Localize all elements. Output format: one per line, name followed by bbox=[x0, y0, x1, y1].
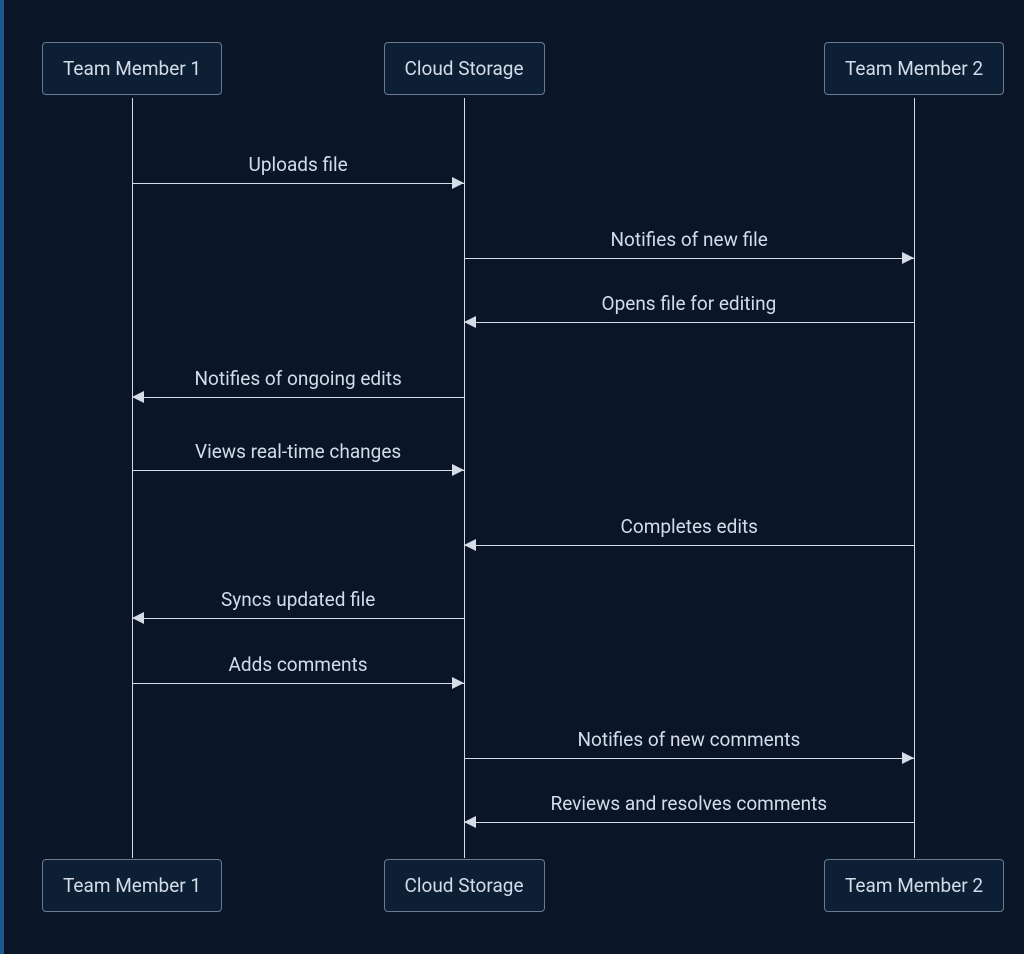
message-line-8 bbox=[464, 758, 914, 759]
actor-box-team2-bottom: Team Member 2 bbox=[824, 859, 1004, 912]
arrow-right-icon bbox=[902, 752, 914, 764]
message-line-6 bbox=[132, 618, 464, 619]
message-label-7: Adds comments bbox=[229, 653, 368, 676]
lifeline-team2 bbox=[914, 98, 915, 858]
message-label-9: Reviews and resolves comments bbox=[551, 792, 828, 815]
message-label-3: Notifies of ongoing edits bbox=[195, 367, 402, 390]
message-label-2: Opens file for editing bbox=[602, 292, 777, 315]
actor-box-team1-top: Team Member 1 bbox=[42, 42, 222, 95]
arrow-left-icon bbox=[464, 316, 476, 328]
lifeline-team1 bbox=[132, 98, 133, 858]
arrow-left-icon bbox=[132, 612, 144, 624]
message-label-8: Notifies of new comments bbox=[578, 728, 801, 751]
actor-box-cloud-top: Cloud Storage bbox=[384, 42, 545, 95]
actor-box-cloud-bottom: Cloud Storage bbox=[384, 859, 545, 912]
arrow-left-icon bbox=[132, 391, 144, 403]
message-line-5 bbox=[464, 545, 914, 546]
arrow-right-icon bbox=[452, 677, 464, 689]
arrow-left-icon bbox=[464, 539, 476, 551]
message-line-7 bbox=[132, 683, 464, 684]
arrow-left-icon bbox=[464, 816, 476, 828]
sequence-diagram: Team Member 1 Team Member 1 Cloud Storage C… bbox=[4, 0, 1024, 954]
arrow-right-icon bbox=[452, 177, 464, 189]
actor-box-team2-top: Team Member 2 bbox=[824, 42, 1004, 95]
message-label-5: Completes edits bbox=[621, 515, 758, 538]
message-label-6: Syncs updated file bbox=[221, 588, 375, 611]
actor-box-team1-bottom: Team Member 1 bbox=[42, 859, 222, 912]
message-line-1 bbox=[464, 258, 914, 259]
message-line-2 bbox=[464, 322, 914, 323]
message-line-0 bbox=[132, 183, 464, 184]
message-label-0: Uploads file bbox=[249, 153, 348, 176]
message-line-9 bbox=[464, 822, 914, 823]
arrow-right-icon bbox=[902, 252, 914, 264]
message-line-4 bbox=[132, 470, 464, 471]
message-line-3 bbox=[132, 397, 464, 398]
message-label-4: Views real-time changes bbox=[195, 440, 401, 463]
message-label-1: Notifies of new file bbox=[611, 228, 768, 251]
lifeline-cloud bbox=[464, 98, 465, 858]
arrow-right-icon bbox=[452, 464, 464, 476]
